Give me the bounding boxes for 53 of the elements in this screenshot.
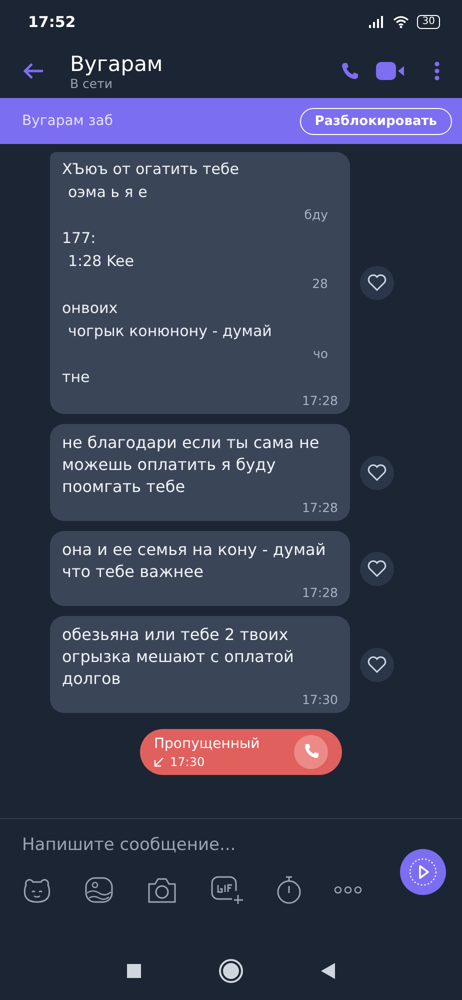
phone-icon <box>294 735 328 769</box>
unblock-button[interactable]: Разблокировать <box>300 108 452 134</box>
heart-icon <box>367 274 387 292</box>
garbled-text: чо <box>312 344 328 363</box>
battery-icon: 30 <box>417 15 440 29</box>
message-text: она и ее семья на кону - думай что тебе важнее <box>62 539 327 583</box>
play-icon <box>408 857 438 887</box>
message-input-field[interactable]: Напишите сообщение... <box>22 835 362 855</box>
garbled-text: онвоих <box>62 298 119 317</box>
video-camera-icon[interactable] <box>376 61 406 81</box>
banner-text: Вугарам заб <box>22 113 113 129</box>
timer-icon[interactable] <box>276 875 302 905</box>
garbled-text: 1:28 Kee <box>68 252 134 270</box>
contact-name: Вугарам <box>70 52 164 76</box>
garbled-text: 177: <box>62 229 97 248</box>
garbled-text: ХЪюъ от огатить тебе <box>62 160 240 178</box>
message-time: 17:28 <box>302 500 338 515</box>
video-message-button[interactable] <box>400 849 446 895</box>
back-button[interactable] <box>321 963 335 979</box>
back-arrow-icon[interactable] <box>22 62 44 80</box>
missed-call-label: Пропущенный <box>154 736 260 752</box>
garbled-text: чогрык конюнону - думай <box>68 322 272 340</box>
missed-call-time: 17:30 <box>170 754 205 768</box>
heart-icon <box>367 464 387 482</box>
like-button[interactable] <box>360 552 394 586</box>
signal-icon <box>369 16 386 28</box>
status-time: 17:52 <box>28 13 76 31</box>
gif-icon[interactable] <box>210 875 244 905</box>
message-time: 17:30 <box>302 692 338 707</box>
garbled-text: 28 <box>312 275 328 294</box>
heart-icon <box>367 656 387 674</box>
like-button[interactable] <box>360 648 394 682</box>
phone-icon[interactable] <box>340 61 360 81</box>
garbled-text: бду <box>304 206 328 224</box>
message-text: не благодари если ты сама не можешь оплатить я буду поомгать тебе <box>62 432 320 498</box>
gallery-icon[interactable] <box>84 876 114 904</box>
like-button[interactable] <box>360 456 394 490</box>
wifi-icon <box>393 16 410 28</box>
contact-status: В сети <box>70 76 114 90</box>
home-button[interactable] <box>221 961 241 981</box>
more-menu-icon[interactable] <box>434 61 440 81</box>
camera-icon[interactable] <box>146 876 178 904</box>
garbled-text: оэма ь я е <box>68 183 148 202</box>
like-button[interactable] <box>360 266 394 300</box>
more-options-icon[interactable] <box>334 885 362 895</box>
message-time: 17:28 <box>302 392 338 408</box>
message-text: обезьяна или тебе 2 твоих огрызка мешают с оплатой долгов <box>62 624 295 690</box>
bear-sticker-icon[interactable] <box>22 876 52 904</box>
garbled-text: тне <box>62 368 91 386</box>
incoming-arrow-icon <box>154 756 164 766</box>
missed-call-pill[interactable]: Пропущенный 17:30 <box>140 729 342 775</box>
heart-icon <box>367 560 387 578</box>
message-time: 17:28 <box>302 585 338 600</box>
